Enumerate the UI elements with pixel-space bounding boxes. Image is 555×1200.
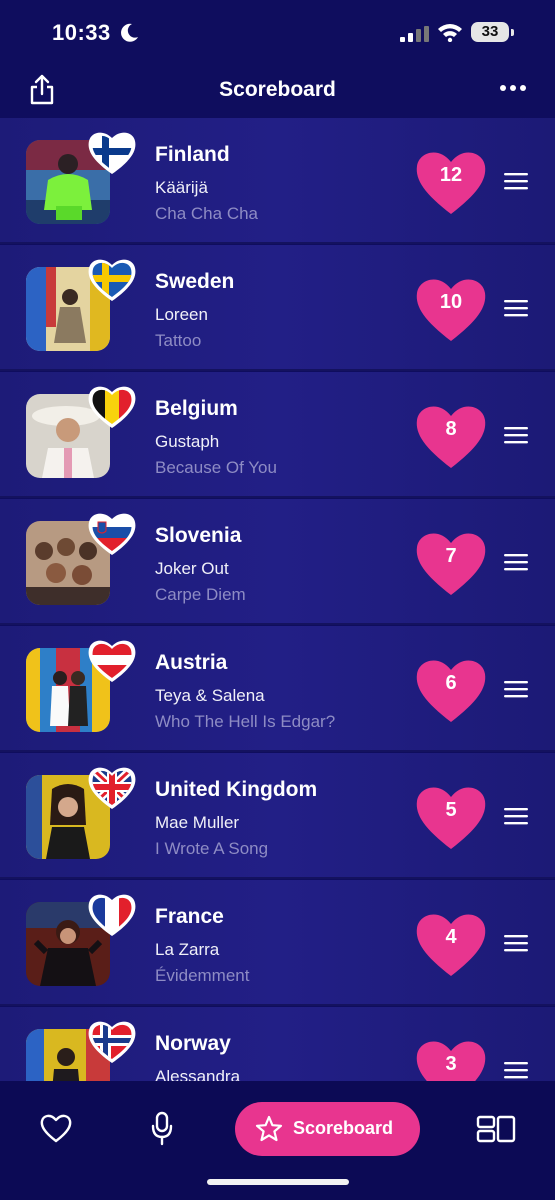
points-value: 12	[439, 164, 463, 186]
status-time: 10:33	[52, 20, 111, 45]
artist-name: Mae Muller	[155, 813, 240, 832]
country-name: France	[155, 905, 224, 928]
country-name: Belgium	[155, 397, 238, 420]
row-divider	[0, 877, 555, 879]
song-title: I Wrote A Song	[155, 839, 269, 858]
heart-icon[interactable]	[40, 1113, 72, 1143]
row-divider	[0, 369, 555, 371]
drag-handle-icon[interactable]	[504, 680, 528, 698]
drag-handle-icon[interactable]	[504, 807, 528, 825]
uk-flag-icon	[88, 767, 136, 809]
song-title: Who The Hell Is Edgar?	[155, 712, 336, 731]
austria-flag-icon	[88, 640, 136, 682]
song-title: Because Of You	[155, 458, 277, 477]
slovenia-flag-icon	[88, 513, 136, 555]
cellular-signal-icon	[400, 26, 429, 42]
points-value: 10	[439, 291, 463, 313]
country-name: Slovenia	[155, 524, 242, 547]
artist-name: Alessandra	[155, 1067, 241, 1081]
country-name: Austria	[155, 651, 228, 674]
finland-flag-icon	[88, 132, 136, 174]
artist-name: Käärijä	[155, 178, 208, 197]
row-divider	[0, 242, 555, 244]
points-value: 4	[445, 926, 457, 948]
battery-nub	[511, 29, 514, 36]
scoreboard-row[interactable]: Sweden Loreen Tattoo 10	[0, 245, 555, 371]
song-title: Carpe Diem	[155, 585, 246, 604]
artist-name: Joker Out	[155, 559, 229, 578]
points-value: 7	[445, 545, 457, 567]
row-divider	[0, 1004, 555, 1006]
belgium-flag-icon	[88, 386, 136, 428]
row-divider	[0, 623, 555, 625]
drag-handle-icon[interactable]	[504, 553, 528, 571]
scoreboard-list: Finland Käärijä Cha Cha Cha 12 Sweden Lo…	[0, 118, 555, 1081]
star-icon	[255, 1115, 283, 1142]
drag-handle-icon[interactable]	[504, 299, 528, 317]
points-value: 8	[445, 418, 457, 440]
tab-scoreboard-label: Scoreboard	[293, 1118, 394, 1138]
points-value: 3	[445, 1053, 457, 1075]
tab-scoreboard[interactable]: Scoreboard	[235, 1102, 420, 1156]
home-indicator	[207, 1179, 349, 1185]
battery-indicator: 33	[471, 22, 515, 44]
scoreboard-row[interactable]: Austria Teya & Salena Who The Hell Is Ed…	[0, 626, 555, 752]
page-title: Scoreboard	[219, 78, 336, 101]
microphone-icon[interactable]	[150, 1111, 174, 1147]
status-bar: 10:33 33	[0, 0, 555, 66]
scoreboard-row[interactable]: France La Zarra Évidemment 4	[0, 880, 555, 1006]
layout-grid-icon[interactable]	[476, 1115, 516, 1143]
sweden-flag-icon	[88, 259, 136, 301]
drag-handle-icon[interactable]	[504, 1061, 528, 1079]
more-options-icon[interactable]	[498, 80, 528, 96]
scoreboard-row[interactable]: Belgium Gustaph Because Of You 8	[0, 372, 555, 498]
scoreboard-row[interactable]: Finland Käärijä Cha Cha Cha 12	[0, 118, 555, 244]
points-value: 5	[445, 799, 457, 821]
artist-name: La Zarra	[155, 940, 220, 959]
norway-flag-icon	[88, 1021, 136, 1063]
scoreboard-row[interactable]: Slovenia Joker Out Carpe Diem 7	[0, 499, 555, 625]
country-name: Sweden	[155, 270, 235, 293]
drag-handle-icon[interactable]	[504, 426, 528, 444]
points-value: 6	[445, 672, 457, 694]
drag-handle-icon[interactable]	[504, 934, 528, 952]
artist-name: Teya & Salena	[155, 686, 265, 705]
country-name: United Kingdom	[155, 778, 318, 801]
song-title: Tattoo	[155, 331, 202, 350]
wifi-icon	[438, 24, 462, 42]
france-flag-icon	[88, 894, 136, 936]
drag-handle-icon[interactable]	[504, 172, 528, 190]
artist-name: Gustaph	[155, 432, 220, 451]
song-title: Cha Cha Cha	[155, 204, 259, 223]
scoreboard-row[interactable]: United Kingdom Mae Muller I Wrote A Song…	[0, 753, 555, 879]
scoreboard-row[interactable]: Norway Alessandra 3	[0, 1007, 555, 1081]
country-name: Finland	[155, 143, 230, 166]
artist-name: Loreen	[155, 305, 208, 324]
row-divider	[0, 496, 555, 498]
row-divider	[0, 750, 555, 752]
moon-icon	[121, 23, 138, 42]
nav-bar: Scoreboard	[0, 66, 555, 116]
song-title: Évidemment	[155, 966, 250, 985]
country-name: Norway	[155, 1032, 231, 1055]
battery-level: 33	[471, 22, 509, 42]
